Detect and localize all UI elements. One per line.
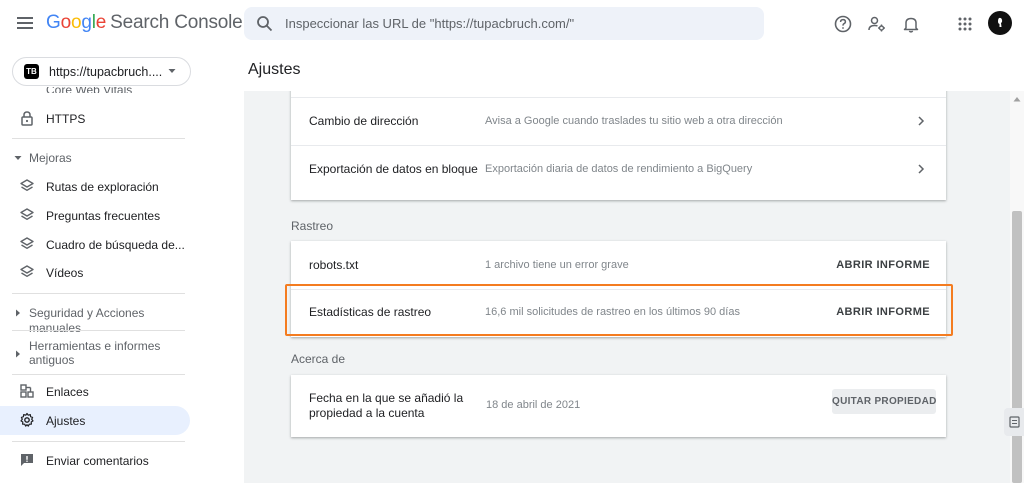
settings-row-robots-txt[interactable]: robots.txt 1 archivo tiene un error grav… — [291, 241, 946, 289]
sidebar-divider — [12, 138, 185, 139]
highlight-box — [285, 284, 953, 336]
remove-property-button[interactable]: QUITAR PROPIEDAD — [832, 389, 936, 414]
settings-row-cambio-direccion[interactable]: Cambio de dirección Avisa a Google cuand… — [291, 98, 946, 145]
url-inspection-search[interactable]: Inspeccionar las URL de "https://tupacbr… — [244, 7, 764, 40]
row-title: robots.txt — [309, 258, 359, 272]
caret-down-icon — [14, 156, 22, 160]
avatar-figure-icon — [998, 17, 1003, 27]
lock-icon — [21, 111, 33, 126]
sidebar-item-cuadro-busqueda[interactable]: Cuadro de búsqueda de... — [0, 230, 190, 259]
sidebar-item-https[interactable]: HTTPS — [0, 104, 190, 133]
page-title: Ajustes — [248, 61, 301, 78]
caret-right-icon — [16, 309, 20, 317]
section-label-rastreo: Rastreo — [291, 219, 334, 233]
logo-letter-e: e — [95, 12, 107, 33]
settings-card-acerca-de: Fecha en la que se añadió la propiedad a… — [291, 375, 946, 437]
sidebar-item-preguntas-frecuentes[interactable]: Preguntas frecuentes — [0, 201, 190, 230]
caret-right-icon — [16, 350, 20, 358]
row-title-line2: propiedad a la cuenta — [309, 406, 425, 420]
sidebar-section-label: Herramientas e informes — [29, 339, 161, 353]
logo-letter-g2: g — [81, 12, 92, 33]
sidebar-divider — [12, 374, 185, 375]
sidebar-item-label: Enviar comentarios — [46, 454, 149, 468]
sidebar-divider — [12, 441, 185, 442]
manage-users-icon[interactable] — [867, 14, 887, 34]
property-added-date: 18 de abril de 2021 — [486, 399, 581, 411]
product-name: Search Console — [110, 12, 243, 33]
sidebar-item-label: Vídeos — [46, 266, 84, 280]
caret-down-icon — [168, 69, 176, 73]
layers-icon — [20, 208, 34, 220]
search-icon — [257, 16, 273, 32]
sidebar-item-label: Rutas de exploración — [46, 180, 159, 194]
sidebar-section-mejoras[interactable]: Mejoras — [0, 150, 190, 168]
section-label-acerca-de: Acerca de — [291, 352, 346, 366]
row-title: Exportación de datos en bloque — [309, 162, 478, 176]
sidebar-item-videos[interactable]: Vídeos — [0, 258, 190, 287]
google-apps-grid-icon[interactable] — [955, 14, 975, 34]
sidebar-item-label: Ajustes — [46, 414, 86, 428]
sidebar-item-label: HTTPS — [46, 112, 86, 126]
sidebar-item-label: Cuadro de búsqueda de... — [46, 238, 185, 252]
notifications-bell-icon[interactable] — [901, 14, 921, 34]
side-panel-tab[interactable] — [1004, 408, 1024, 436]
row-description: Avisa a Google cuando traslades tu sitio… — [485, 115, 783, 127]
search-placeholder: Inspeccionar las URL de "https://tupacbr… — [285, 16, 575, 31]
row-description: Exportación diaria de datos de rendimien… — [485, 163, 753, 175]
open-report-button[interactable]: ABRIR INFORME — [836, 259, 930, 271]
row-title: Cambio de dirección — [309, 114, 419, 128]
property-url: https://tupacbruch.... — [49, 65, 163, 79]
chevron-right-icon — [918, 164, 925, 174]
sidebar-item-enlaces[interactable]: Enlaces — [0, 377, 190, 406]
sidebar-nav: TB https://tupacbruch.... Core Web Vital… — [0, 48, 200, 483]
sidebar-section-label: Seguridad y Acciones manuales — [29, 306, 145, 335]
feedback-icon — [21, 454, 33, 466]
sidebar-section-seguridad[interactable]: Seguridad y Acciones manuales — [0, 304, 190, 335]
row-description: 1 archivo tiene un error grave — [485, 259, 629, 271]
sidebar-item-label: Enlaces — [46, 385, 89, 399]
top-app-bar: Google Search Console Inspeccionar las UR… — [0, 0, 1024, 48]
sidebar-item-enviar-comentarios[interactable]: Enviar comentarios — [0, 446, 190, 475]
settings-row-exportacion-datos[interactable]: Exportación de datos en bloque Exportaci… — [291, 146, 946, 192]
layers-icon — [20, 179, 34, 191]
layers-icon — [20, 237, 34, 249]
hamburger-menu-icon[interactable] — [16, 14, 34, 32]
settings-card-general: Cambio de dirección Avisa a Google cuand… — [291, 91, 946, 200]
help-icon[interactable] — [833, 14, 853, 34]
logo-letter-g: G — [46, 12, 61, 33]
property-logo: TB — [24, 64, 39, 79]
sidebar-item-ajustes[interactable]: Ajustes — [0, 406, 190, 435]
sidebar-item-label: Preguntas frecuentes — [46, 209, 161, 223]
sidebar-divider — [12, 293, 185, 294]
property-selector[interactable]: TB https://tupacbruch.... — [12, 57, 191, 86]
row-title: Fecha en la que se añadió la — [309, 391, 464, 405]
side-panel-icon — [1009, 416, 1020, 428]
links-icon — [20, 384, 34, 398]
sidebar-item-core-web-vitals[interactable]: Core Web Vitals — [46, 87, 132, 93]
logo-letter-o2: o — [70, 12, 82, 33]
sidebar-divider — [12, 330, 185, 331]
sidebar-item-rutas-exploracion[interactable]: Rutas de exploración — [0, 172, 190, 201]
scroll-up-arrow-icon[interactable] — [1013, 96, 1021, 102]
scrollbar-thumb[interactable] — [1012, 211, 1022, 483]
sidebar-section-label-line2: antiguos — [29, 353, 75, 367]
sidebar-section-label: Mejoras — [29, 151, 72, 165]
chevron-right-icon — [918, 116, 925, 126]
layers-icon — [20, 265, 34, 277]
gear-icon — [20, 412, 34, 427]
logo-letter-o1: o — [60, 12, 72, 33]
search-console-logo[interactable]: Google Search Console — [46, 12, 243, 34]
account-avatar[interactable] — [988, 11, 1012, 35]
sidebar-section-herramientas[interactable]: Herramientas e informes antiguos — [0, 338, 190, 370]
